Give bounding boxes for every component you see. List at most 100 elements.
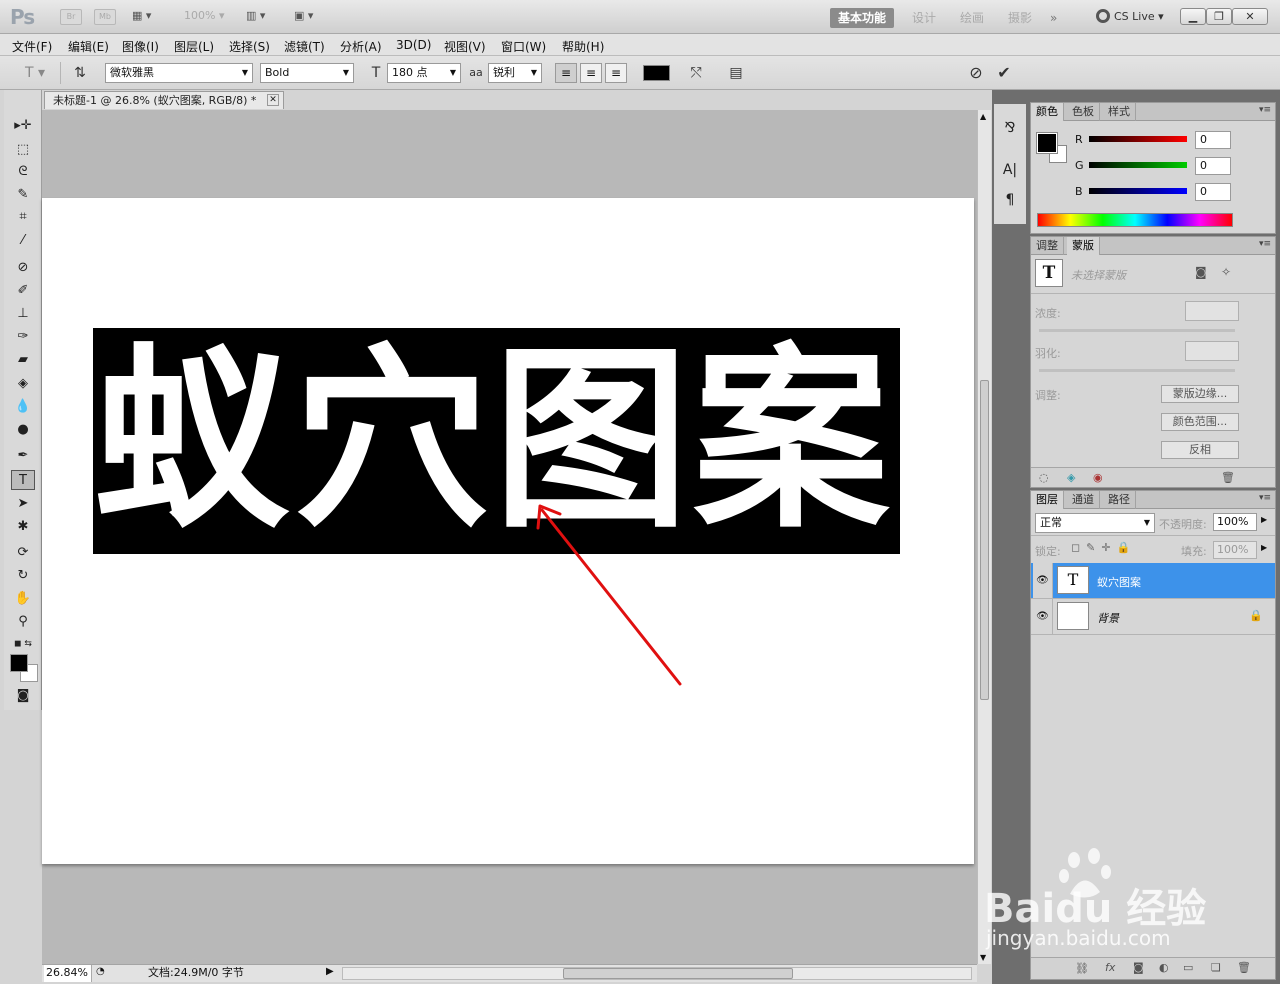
tool-preset-picker[interactable]: T ▾: [18, 64, 52, 82]
restore-button[interactable]: ❐: [1206, 8, 1232, 25]
antialias-select[interactable]: 锐利 ▼: [488, 63, 542, 83]
workspace-design[interactable]: 设计: [912, 8, 936, 28]
tab-styles[interactable]: 样式: [1103, 103, 1136, 121]
tab-color[interactable]: 颜色: [1031, 103, 1064, 121]
color-range-button[interactable]: 颜色范围...: [1161, 413, 1239, 431]
load-selection-icon[interactable]: ◌: [1039, 471, 1049, 484]
history-brush-tool-icon[interactable]: ✑: [11, 327, 35, 347]
menu-window[interactable]: 窗口(W): [501, 38, 546, 55]
tab-swatches[interactable]: 色板: [1067, 103, 1100, 121]
quick-select-tool-icon[interactable]: ✎: [11, 185, 35, 205]
view-extras-menu[interactable]: ▦ ▾: [132, 9, 151, 22]
density-slider[interactable]: [1039, 329, 1235, 332]
align-left-button[interactable]: ≡: [555, 63, 577, 83]
tab-masks[interactable]: 蒙版: [1067, 237, 1100, 255]
add-pixel-mask-icon[interactable]: ◙: [1195, 265, 1207, 279]
apply-mask-icon[interactable]: ◈: [1067, 471, 1075, 484]
history-panel-icon[interactable]: ⅋: [1000, 118, 1020, 138]
density-input[interactable]: [1185, 301, 1239, 321]
workspace-more-button[interactable]: »: [1050, 8, 1057, 28]
new-group-icon[interactable]: ▭: [1183, 961, 1193, 974]
hand-tool-icon[interactable]: ✋: [11, 589, 35, 609]
menu-select[interactable]: 选择(S): [229, 38, 270, 55]
blue-channel-input[interactable]: 0: [1195, 183, 1231, 201]
text-layer-content[interactable]: 蚁穴图案: [93, 328, 900, 554]
tab-layers[interactable]: 图层: [1031, 491, 1064, 509]
horizontal-scroll-thumb[interactable]: [563, 968, 793, 979]
close-window-button[interactable]: ✕: [1232, 8, 1268, 25]
blue-channel-slider[interactable]: [1089, 188, 1187, 194]
foreground-color-swatch[interactable]: [10, 654, 28, 672]
scroll-down-icon[interactable]: ▼: [980, 953, 986, 962]
add-vector-mask-icon[interactable]: ✧: [1221, 265, 1231, 279]
red-channel-slider[interactable]: [1089, 136, 1187, 142]
vertical-scrollbar[interactable]: ▲ ▼: [977, 110, 991, 964]
default-colors-icon[interactable]: ◼ ⇆: [11, 634, 35, 654]
fill-arrow-icon[interactable]: ▶: [1261, 543, 1267, 552]
menu-edit[interactable]: 编辑(E): [68, 38, 109, 55]
clone-stamp-tool-icon[interactable]: ⊥: [11, 304, 35, 324]
pen-tool-icon[interactable]: ✒: [11, 446, 35, 466]
3d-orbit-tool-icon[interactable]: ↻: [11, 566, 35, 586]
feather-input[interactable]: [1185, 341, 1239, 361]
text-orientation-icon[interactable]: ⇅: [70, 64, 90, 82]
panel-menu-icon[interactable]: ▾≡: [1259, 239, 1271, 249]
path-selection-tool-icon[interactable]: ➤: [11, 494, 35, 514]
status-info-icon[interactable]: ◔: [96, 966, 105, 977]
crop-tool-icon[interactable]: ⌗: [11, 207, 35, 227]
new-layer-icon[interactable]: ❏: [1211, 961, 1221, 974]
quick-mask-icon[interactable]: ◙: [11, 686, 35, 706]
font-size-select[interactable]: 180 点 ▼: [387, 63, 461, 83]
scroll-up-icon[interactable]: ▲: [980, 112, 986, 121]
screen-mode-menu[interactable]: ▣ ▾: [294, 9, 313, 22]
font-style-select[interactable]: Bold ▼: [260, 63, 354, 83]
cs-live-menu[interactable]: CS Live ▾: [1096, 9, 1164, 23]
tab-channels[interactable]: 通道: [1067, 491, 1100, 509]
red-channel-input[interactable]: 0: [1195, 131, 1231, 149]
blend-mode-select[interactable]: 正常 ▼: [1035, 513, 1155, 533]
move-tool-icon[interactable]: ▸✛: [11, 116, 35, 136]
warp-text-icon[interactable]: ⤲: [686, 64, 706, 82]
status-zoom-field[interactable]: 26.84%: [44, 965, 92, 982]
eyedropper-tool-icon[interactable]: ⁄: [11, 231, 35, 251]
menu-analysis[interactable]: 分析(A): [340, 38, 382, 55]
vertical-scroll-thumb[interactable]: [980, 380, 989, 700]
horizontal-scrollbar[interactable]: [342, 967, 972, 980]
arrange-documents-menu[interactable]: ▥ ▾: [246, 9, 265, 22]
mask-edge-button[interactable]: 蒙版边缘...: [1161, 385, 1239, 403]
align-center-button[interactable]: ≡: [580, 63, 602, 83]
add-layer-mask-icon[interactable]: ◙: [1133, 961, 1144, 974]
dodge-tool-icon[interactable]: ●: [11, 420, 35, 440]
workspace-photography[interactable]: 摄影: [1008, 8, 1032, 28]
invert-button[interactable]: 反相: [1161, 441, 1239, 459]
color-spectrum-bar[interactable]: [1037, 213, 1233, 227]
layer-row-background[interactable]: 👁 背景 🔒: [1031, 599, 1275, 635]
text-color-swatch[interactable]: [643, 65, 670, 81]
eraser-tool-icon[interactable]: ▰: [11, 350, 35, 370]
status-menu-arrow-icon[interactable]: ▶: [326, 966, 334, 977]
minimize-button[interactable]: ▁: [1180, 8, 1206, 25]
green-channel-input[interactable]: 0: [1195, 157, 1231, 175]
lasso-tool-icon[interactable]: ᘓ: [11, 162, 35, 182]
menu-help[interactable]: 帮助(H): [562, 38, 604, 55]
paragraph-panel-icon[interactable]: ¶: [1000, 190, 1020, 210]
layer-visibility-eye-icon[interactable]: 👁: [1033, 599, 1053, 634]
zoom-tool-icon[interactable]: ⚲: [11, 612, 35, 632]
menu-image[interactable]: 图像(I): [122, 38, 159, 55]
custom-shape-tool-icon[interactable]: ✱: [11, 517, 35, 537]
cancel-edits-icon[interactable]: ⊘: [966, 64, 986, 82]
menu-3d[interactable]: 3D(D): [396, 38, 431, 52]
layer-row-text[interactable]: 👁 T 蚁穴图案: [1031, 563, 1275, 599]
font-family-select[interactable]: 微软雅黑 ▼: [105, 63, 253, 83]
document-tab[interactable]: 未标题-1 @ 26.8% (蚁穴图案, RGB/8) * ✕: [44, 91, 284, 109]
delete-layer-icon[interactable]: 🗑: [1237, 961, 1251, 974]
disable-mask-icon[interactable]: ◉: [1093, 471, 1103, 484]
3d-rotate-tool-icon[interactable]: ⟳: [11, 543, 35, 563]
color-panel-fg-swatch[interactable]: [1036, 132, 1058, 154]
mini-bridge-button[interactable]: Mb: [94, 9, 116, 25]
blur-tool-icon[interactable]: 💧: [11, 397, 35, 417]
menu-filter[interactable]: 滤镜(T): [284, 38, 325, 55]
marquee-tool-icon[interactable]: ⬚: [11, 140, 35, 160]
bridge-button[interactable]: Br: [60, 9, 82, 25]
close-document-icon[interactable]: ✕: [267, 94, 279, 106]
